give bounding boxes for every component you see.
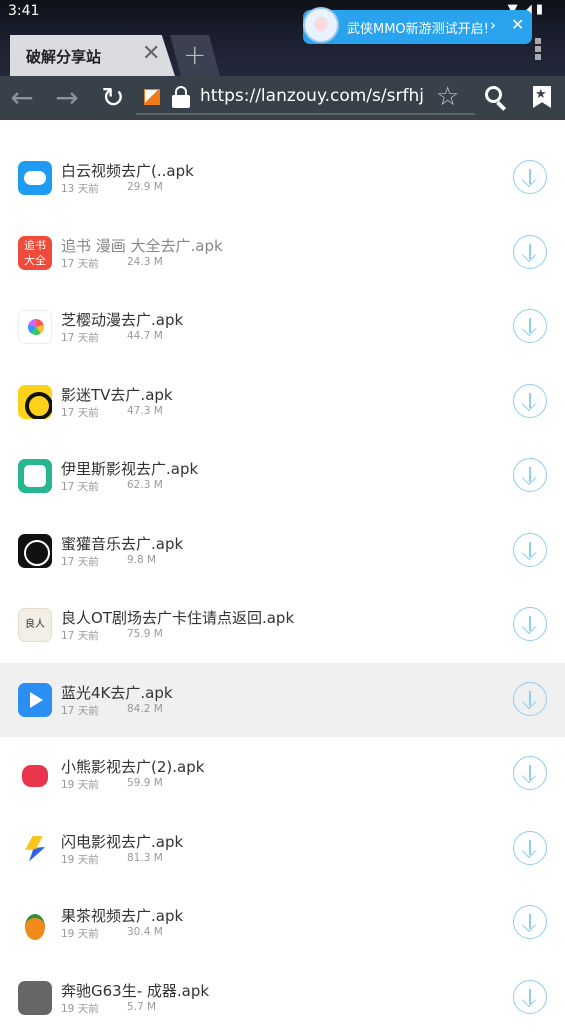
lock-icon — [172, 86, 190, 108]
file-name[interactable]: 蜜獾音乐去广.apk — [61, 533, 183, 554]
list-item[interactable]: 蜜獾音乐去广.apk17 天前 9.8 M — [0, 514, 565, 589]
download-icon[interactable] — [513, 533, 547, 567]
url-field[interactable]: https://lanzouy.com/s/srfhj — [200, 86, 424, 106]
download-icon[interactable] — [513, 235, 547, 269]
chevron-right-icon[interactable]: › — [490, 16, 496, 34]
browser-chrome-top: 3:41 ▼ ◢ ▮ 破解分享站 ✕ + 武侠MMO新游测试开启! › ✕ — [0, 0, 565, 76]
tab-active[interactable]: 破解分享站 ✕ — [10, 35, 175, 76]
file-date: 19 天前 — [61, 1001, 99, 1016]
file-name[interactable]: 芝樱动漫去广.apk — [61, 309, 183, 330]
file-name[interactable]: 闪电影视去广.apk — [61, 831, 183, 852]
list-item[interactable]: 蓝光4K去广.apk17 天前 84.2 M — [0, 663, 565, 738]
list-item[interactable]: 影迷TV去广.apk17 天前 47.3 M — [0, 365, 565, 440]
url-underline — [136, 113, 475, 115]
list-item[interactable]: 闪电影视去广.apk19 天前 81.3 M — [0, 812, 565, 887]
list-item[interactable]: 良人 良人OT剧场去广卡住请点返回.apk17 天前 75.9 M — [0, 588, 565, 663]
file-size: 5.7 M — [127, 1001, 156, 1013]
file-size: 75.9 M — [127, 628, 163, 640]
file-list: 白云视频去广(..apk13 天前 29.9 M 追书大全追书 漫画 大全去广.ap… — [0, 141, 565, 1035]
bookmark-icon[interactable] — [533, 86, 551, 108]
file-date: 19 天前 — [61, 777, 99, 792]
status-time: 3:41 — [8, 3, 39, 19]
file-size: 9.8 M — [127, 554, 156, 566]
flower-icon — [18, 310, 52, 344]
plus-icon: + — [183, 38, 206, 71]
avatar — [303, 7, 339, 43]
file-name[interactable]: 影迷TV去广.apk — [61, 384, 173, 405]
menu-icon[interactable] — [535, 38, 541, 60]
mihuo-icon — [18, 534, 52, 568]
file-date: 17 天前 — [61, 479, 99, 494]
file-size: 62.3 M — [127, 479, 163, 491]
file-name[interactable]: 小熊影视去广(2).apk — [61, 756, 204, 777]
download-icon[interactable] — [513, 309, 547, 343]
file-size: 84.2 M — [127, 703, 163, 715]
guocha-icon — [18, 906, 52, 940]
file-date: 19 天前 — [61, 852, 99, 867]
panda-icon — [18, 459, 52, 493]
file-size: 24.3 M — [127, 256, 163, 268]
list-item[interactable]: 伊里斯影视去广.apk17 天前 62.3 M — [0, 439, 565, 514]
site-favicon-icon — [144, 89, 160, 105]
list-item[interactable]: 追书大全追书 漫画 大全去广.apk17 天前 24.3 M — [0, 216, 565, 291]
file-date: 17 天前 — [61, 628, 99, 643]
download-icon[interactable] — [513, 905, 547, 939]
list-item[interactable]: 白云视频去广(..apk13 天前 29.9 M — [0, 141, 565, 216]
list-item[interactable]: 小熊影视去广(2).apk19 天前 59.9 M — [0, 737, 565, 812]
cloud-icon — [18, 161, 52, 195]
address-toolbar: ← → ↻ https://lanzouy.com/s/srfhj ☆ — [0, 76, 565, 120]
file-date: 19 天前 — [61, 926, 99, 941]
close-icon[interactable]: ✕ — [511, 15, 524, 34]
file-date: 17 天前 — [61, 703, 99, 718]
file-date: 13 天前 — [61, 181, 99, 196]
tab-title: 破解分享站 — [26, 46, 101, 67]
download-icon[interactable] — [513, 831, 547, 865]
file-name[interactable]: 蓝光4K去广.apk — [61, 682, 173, 703]
file-name[interactable]: 果茶视频去广.apk — [61, 905, 183, 926]
download-icon[interactable] — [513, 384, 547, 418]
flash-icon — [18, 832, 52, 866]
download-icon[interactable] — [513, 682, 547, 716]
icon-text-bottom: 大全 — [18, 253, 52, 268]
download-icon[interactable] — [513, 458, 547, 492]
file-name[interactable]: 白云视频去广(..apk — [61, 160, 194, 181]
close-icon[interactable]: ✕ — [142, 41, 160, 66]
yingmi-icon — [18, 385, 52, 419]
icon-text: 良人 — [25, 619, 45, 630]
file-size: 30.4 M — [127, 926, 163, 938]
download-icon[interactable] — [513, 607, 547, 641]
play-icon — [18, 683, 52, 717]
toast-text: 武侠MMO新游测试开启! — [347, 18, 489, 37]
bear-icon — [18, 757, 52, 791]
file-date: 17 天前 — [61, 330, 99, 345]
icon-text-top: 追书 — [18, 238, 52, 253]
zhuishu-icon: 追书大全 — [18, 236, 52, 270]
file-size: 81.3 M — [127, 852, 163, 864]
file-name[interactable]: 伊里斯影视去广.apk — [61, 458, 198, 479]
liangren-icon: 良人 — [18, 608, 52, 642]
file-date: 17 天前 — [61, 256, 99, 271]
download-icon[interactable] — [513, 160, 547, 194]
file-size: 59.9 M — [127, 777, 163, 789]
file-size: 47.3 M — [127, 405, 163, 417]
back-icon[interactable]: ← — [8, 84, 36, 112]
star-icon[interactable]: ☆ — [436, 82, 459, 112]
file-size: 44.7 M — [127, 330, 163, 342]
download-icon[interactable] — [513, 980, 547, 1014]
search-icon[interactable] — [485, 86, 509, 110]
list-item[interactable]: 芝樱动漫去广.apk17 天前 44.7 M — [0, 290, 565, 365]
reload-icon[interactable]: ↻ — [99, 84, 127, 112]
list-item[interactable]: 奔驰G63生- 成器.apk19 天前 5.7 M — [0, 961, 565, 1035]
notification-toast[interactable]: 武侠MMO新游测试开启! › ✕ — [303, 10, 532, 44]
file-size: 29.9 M — [127, 181, 163, 193]
car-icon — [18, 981, 52, 1015]
file-name[interactable]: 追书 漫画 大全去广.apk — [61, 235, 223, 256]
file-date: 17 天前 — [61, 554, 99, 569]
list-item[interactable]: 果茶视频去广.apk19 天前 30.4 M — [0, 886, 565, 961]
forward-icon[interactable]: → — [53, 84, 81, 112]
file-name[interactable]: 奔驰G63生- 成器.apk — [61, 980, 209, 1001]
file-name[interactable]: 良人OT剧场去广卡住请点返回.apk — [61, 607, 294, 628]
download-icon[interactable] — [513, 756, 547, 790]
file-date: 17 天前 — [61, 405, 99, 420]
